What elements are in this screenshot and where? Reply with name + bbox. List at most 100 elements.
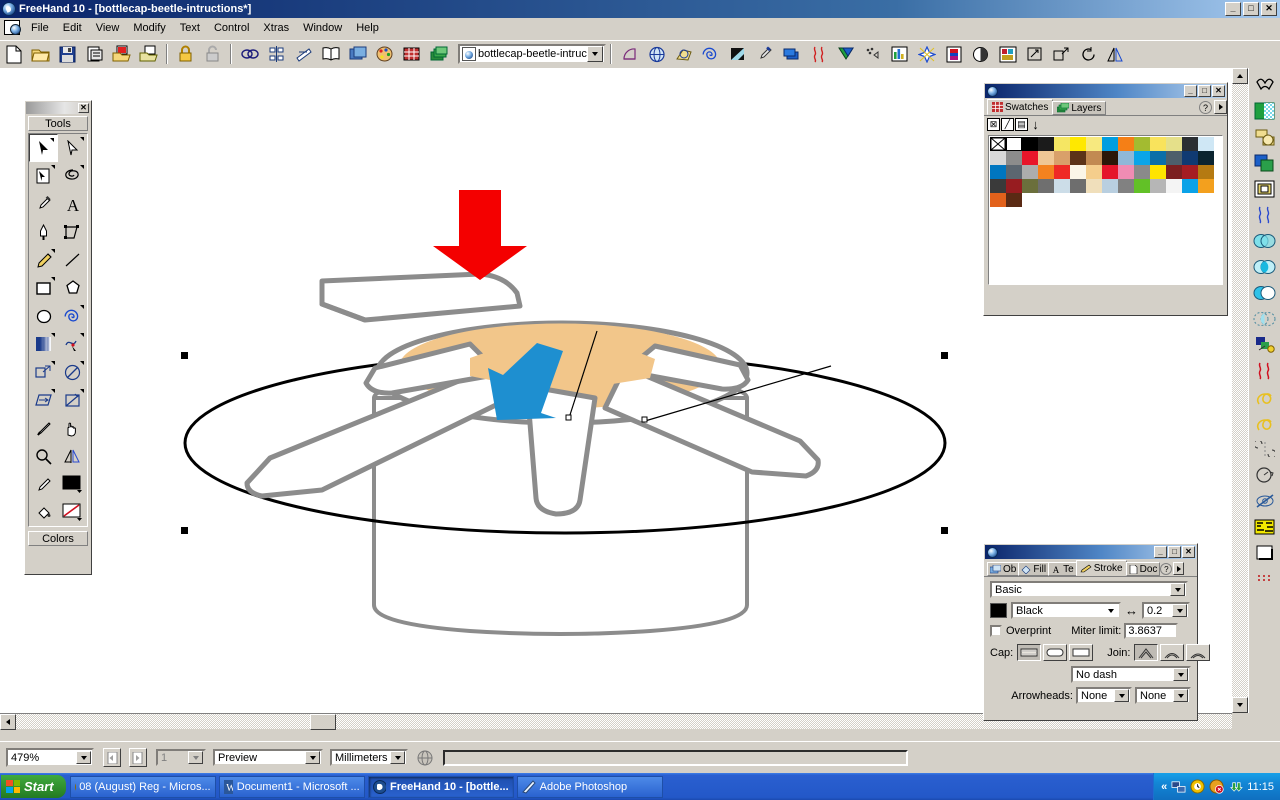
dash-combo[interactable]: No dash: [1071, 666, 1191, 683]
color-swatch[interactable]: [1006, 193, 1022, 207]
close-icon[interactable]: ✕: [78, 103, 89, 113]
3d-rotation-button[interactable]: [644, 42, 669, 66]
color-swatch[interactable]: [1006, 165, 1022, 179]
color-control-button[interactable]: [941, 42, 966, 66]
anchor-point-right[interactable]: [642, 417, 647, 422]
inset-path-button[interactable]: [1049, 42, 1074, 66]
join-miter-button[interactable]: [1134, 644, 1158, 661]
swatches-maximize-button[interactable]: □: [1198, 85, 1211, 97]
chevron-down-icon[interactable]: [188, 751, 203, 764]
color-swatch[interactable]: [1022, 151, 1038, 165]
rotate-clock-icon[interactable]: [1252, 462, 1278, 488]
taskbar-item-freehand[interactable]: FreeHand 10 - [bottle...: [368, 776, 514, 798]
twist-yellow2-icon[interactable]: [1252, 410, 1278, 436]
dashes-icon[interactable]: [1252, 566, 1278, 592]
arc-tool-button[interactable]: [617, 42, 642, 66]
color-swatch[interactable]: [1134, 137, 1150, 151]
taskbar-item-outlook[interactable]: 08 (August) Reg - Micros...: [70, 776, 216, 798]
chevron-down-icon[interactable]: [1170, 583, 1185, 596]
reverse-direction-button[interactable]: [1076, 42, 1101, 66]
selection-handle-bottom-right[interactable]: [941, 527, 948, 534]
color-swatch[interactable]: [1054, 165, 1070, 179]
menu-help[interactable]: Help: [349, 20, 386, 36]
color-swatch[interactable]: [1054, 151, 1070, 165]
zoom-level-combo[interactable]: 479%: [6, 748, 94, 767]
panel-options-icon[interactable]: [1214, 100, 1227, 114]
menu-view[interactable]: View: [89, 20, 127, 36]
punch-shapes-icon[interactable]: [1252, 280, 1278, 306]
globe-icon[interactable]: [417, 750, 433, 766]
bezigon-tool[interactable]: [29, 218, 58, 246]
ellipse-tool[interactable]: [29, 302, 58, 330]
color-swatch[interactable]: [1086, 151, 1102, 165]
next-page-button[interactable]: [129, 748, 147, 767]
tools-palette-grip[interactable]: ✕: [26, 102, 90, 114]
page-tool[interactable]: [29, 162, 58, 190]
lasso-tool[interactable]: [58, 162, 87, 190]
menu-text[interactable]: Text: [173, 20, 207, 36]
document-selector[interactable]: bottlecap-beetle-intructi: [458, 44, 606, 64]
taskbar-item-word[interactable]: W Document1 - Microsoft ...: [219, 776, 365, 798]
chevron-down-icon[interactable]: [305, 751, 320, 764]
print-button[interactable]: [82, 42, 107, 66]
help-icon[interactable]: ?: [1160, 563, 1172, 575]
pencil-tool[interactable]: [29, 246, 58, 274]
scroll-left-button[interactable]: [0, 714, 16, 730]
stroke-color-swatch[interactable]: [990, 603, 1007, 618]
knife-tool[interactable]: [29, 414, 58, 442]
hand-tool[interactable]: [58, 414, 87, 442]
stroke-swatch-button[interactable]: ╱: [1001, 118, 1014, 131]
color-swatch[interactable]: [1150, 179, 1166, 193]
close-button[interactable]: ✕: [1261, 2, 1277, 16]
color-swatch[interactable]: [1150, 137, 1166, 151]
cap-round-button[interactable]: [1043, 644, 1067, 661]
layers-button[interactable]: [426, 42, 451, 66]
inspector-titlebar[interactable]: _ □ ✕: [985, 545, 1196, 559]
smudge-button[interactable]: [725, 42, 750, 66]
start-button[interactable]: Start: [1, 775, 66, 798]
perspective-tool[interactable]: [58, 442, 87, 470]
swatches-color-list[interactable]: [988, 135, 1223, 285]
menu-control[interactable]: Control: [207, 20, 256, 36]
tab-fill[interactable]: Fill: [1018, 562, 1049, 576]
color-mixer-xtra-icon[interactable]: [1252, 332, 1278, 358]
color-swatch[interactable]: [1038, 179, 1054, 193]
color-swatch[interactable]: [1070, 179, 1086, 193]
inspector-minimize-button[interactable]: _: [1154, 546, 1167, 558]
export-button[interactable]: [136, 42, 161, 66]
library-button[interactable]: [318, 42, 343, 66]
previous-page-button[interactable]: [103, 748, 121, 767]
color-swatch[interactable]: [1070, 151, 1086, 165]
new-document-button[interactable]: [1, 42, 26, 66]
emboss-button[interactable]: [860, 42, 885, 66]
color-swatch[interactable]: [1198, 179, 1214, 193]
selection-handle-top-left[interactable]: [181, 352, 188, 359]
color-swatch[interactable]: [1038, 151, 1054, 165]
gradient-tool[interactable]: [29, 330, 58, 358]
join-round-button[interactable]: [1160, 644, 1184, 661]
join-bevel-button[interactable]: [1186, 644, 1210, 661]
open-document-button[interactable]: [28, 42, 53, 66]
color-swatch[interactable]: [1118, 151, 1134, 165]
horizontal-scroll-thumb[interactable]: [310, 714, 336, 730]
stroke-width-combo[interactable]: 0.2: [1142, 602, 1190, 619]
color-swatch[interactable]: [1134, 179, 1150, 193]
group-button[interactable]: [237, 42, 262, 66]
color-swatch[interactable]: [1006, 179, 1022, 193]
document-control-icon[interactable]: [4, 20, 20, 35]
menu-modify[interactable]: Modify: [126, 20, 172, 36]
white-color-swatch[interactable]: [1006, 137, 1022, 151]
color-swatch[interactable]: [1182, 165, 1198, 179]
join-button[interactable]: [291, 42, 316, 66]
none-color-swatch[interactable]: [990, 137, 1006, 151]
paint-bucket-tool[interactable]: [29, 498, 58, 526]
chevron-down-icon[interactable]: [1103, 604, 1118, 617]
color-swatch[interactable]: [1166, 137, 1182, 151]
color-swatch[interactable]: [1102, 137, 1118, 151]
color-swatch[interactable]: [1182, 137, 1198, 151]
blend-shapes-icon[interactable]: [1252, 228, 1278, 254]
color-swatch[interactable]: [1086, 179, 1102, 193]
page-number-combo[interactable]: 1: [156, 749, 206, 766]
twist-yellow-icon[interactable]: [1252, 384, 1278, 410]
color-swatch[interactable]: [1022, 165, 1038, 179]
